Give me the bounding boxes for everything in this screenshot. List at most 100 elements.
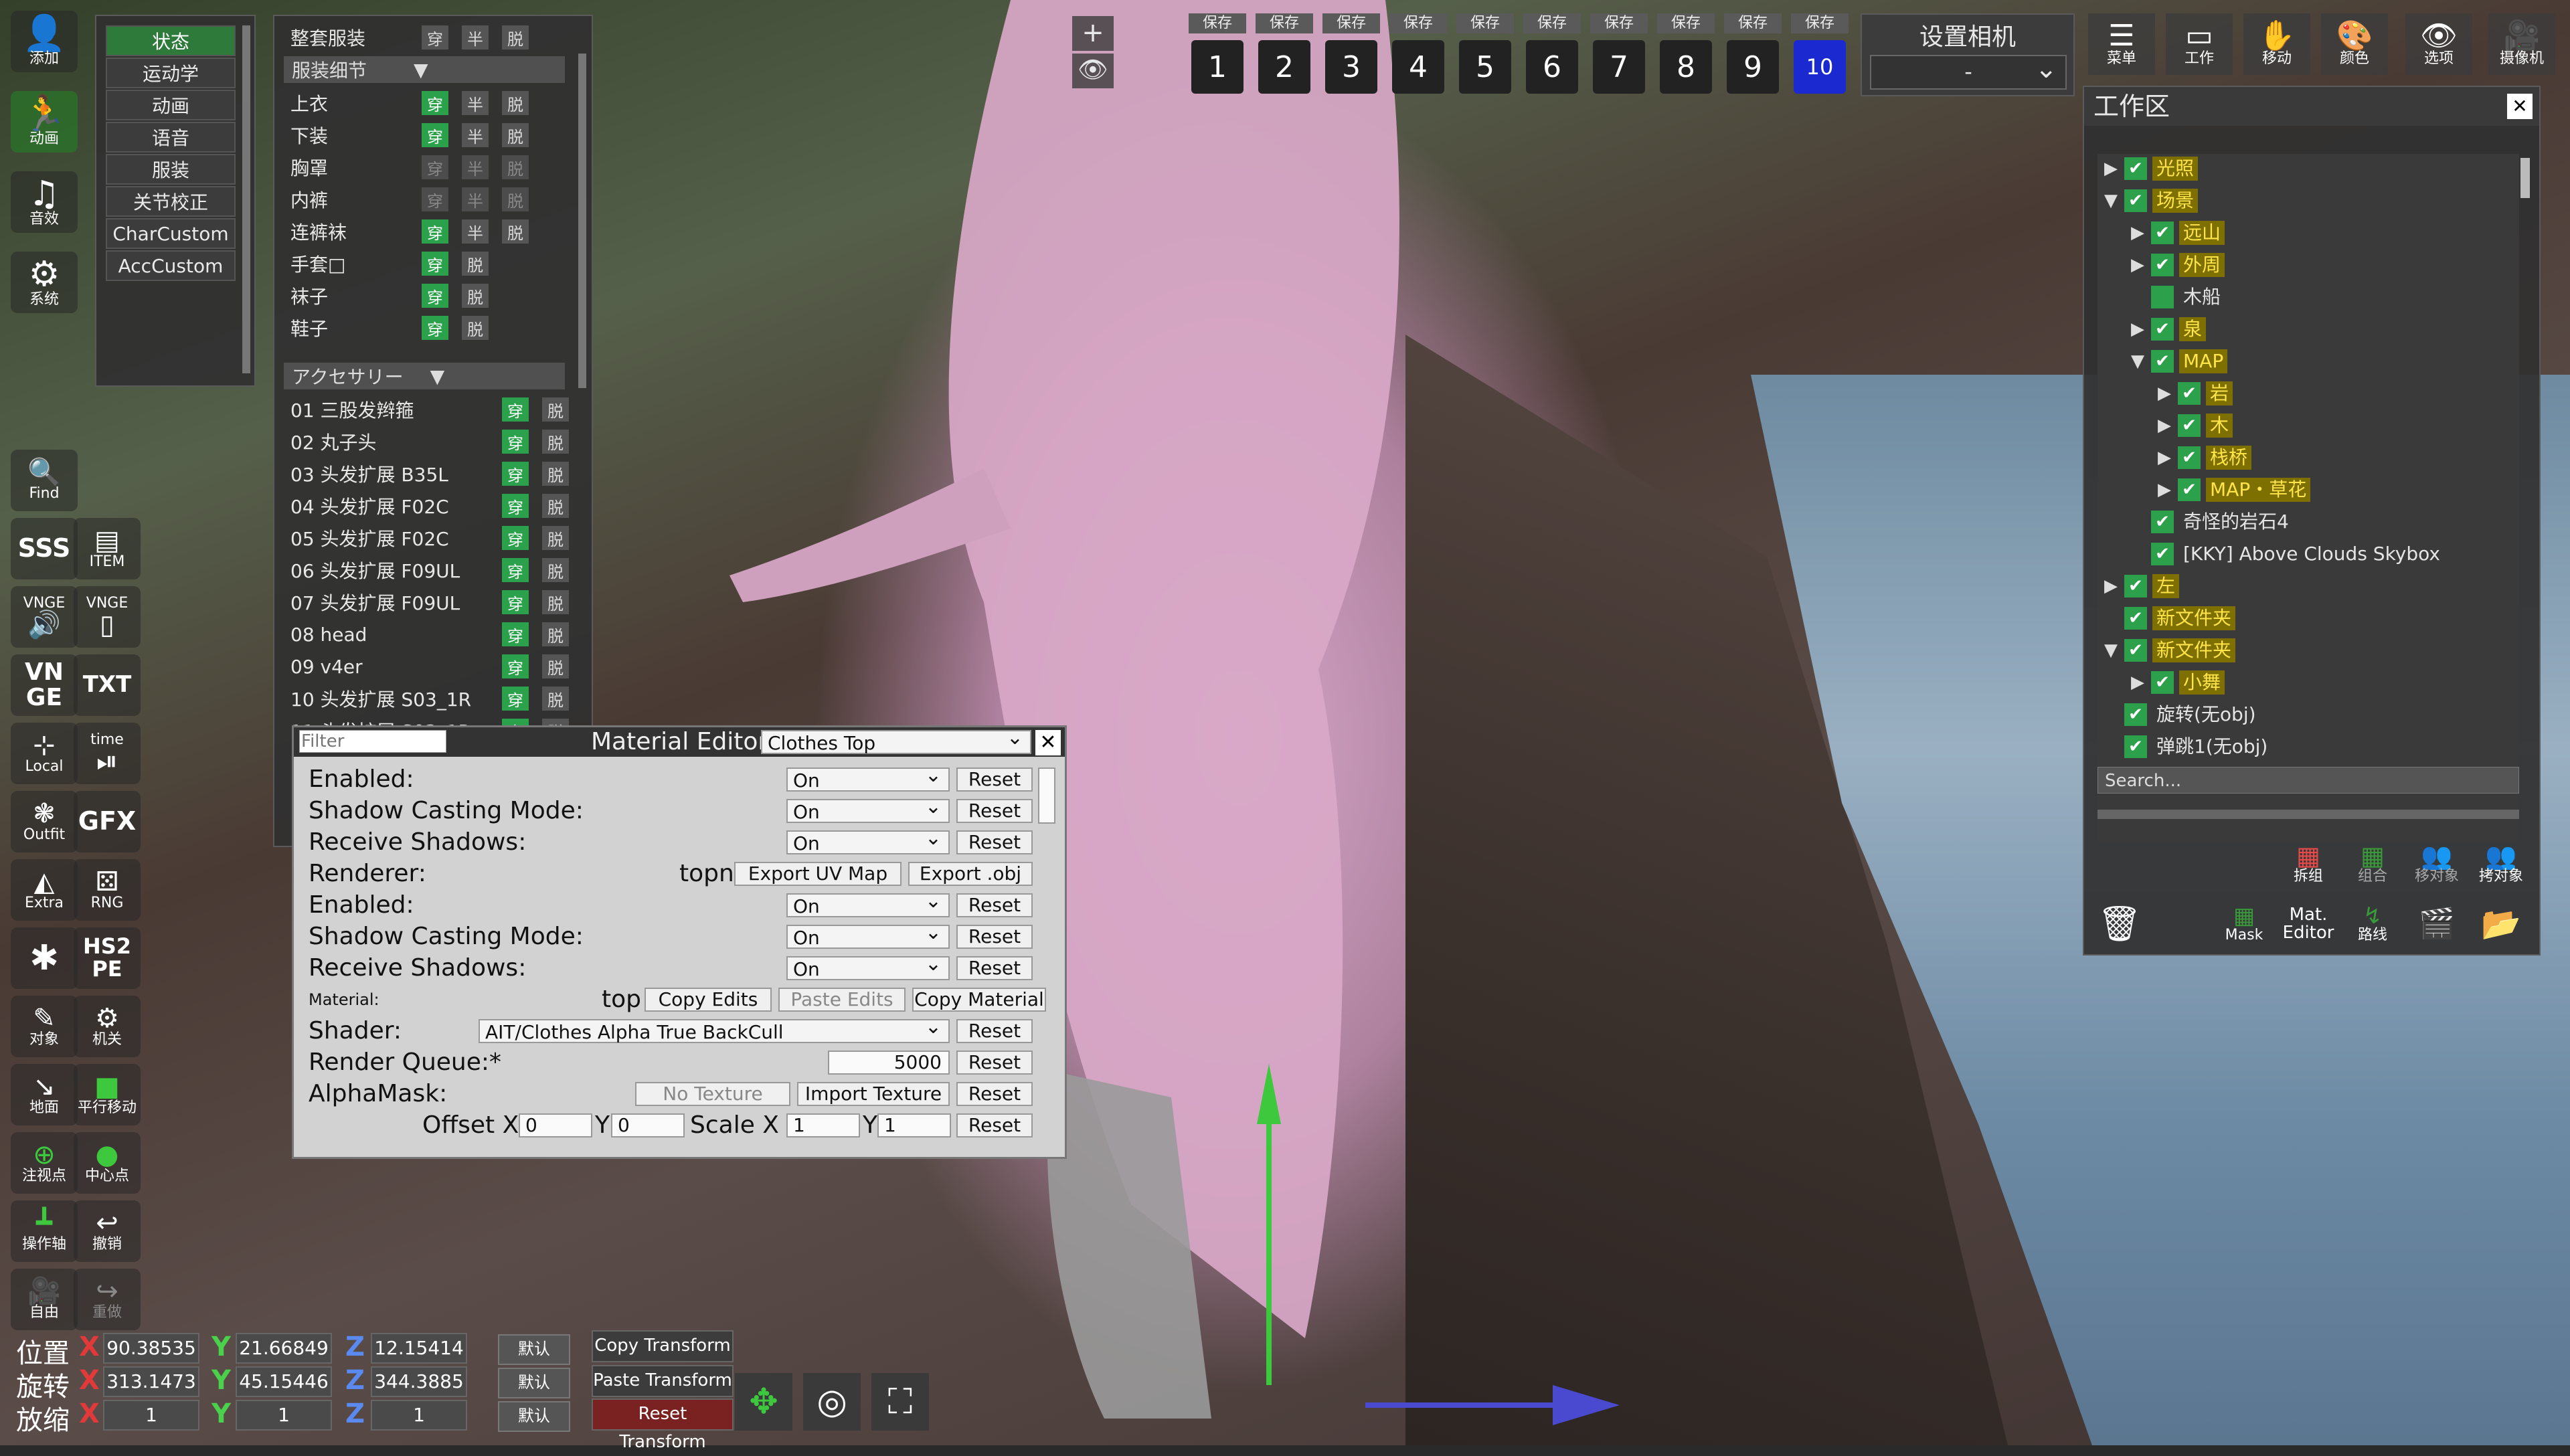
clothing-state-button[interactable]: 半 (462, 155, 489, 179)
reset-transform-button[interactable]: Reset Transform (592, 1398, 734, 1452)
expand-arrow-icon[interactable]: ▼ (2104, 191, 2124, 211)
reset-button[interactable]: Reset (956, 956, 1033, 980)
animation-button[interactable]: 🏃 动画 (11, 91, 78, 153)
object-dropdown[interactable]: Clothes Top (761, 726, 1031, 754)
tree-node[interactable]: ▶ ✔ 左 (2104, 571, 2180, 601)
tree-node[interactable]: ▶ ✔ 外周 (2131, 250, 2225, 280)
options-button[interactable]: 👁 选项 (2405, 13, 2472, 75)
tree-hscrollbar[interactable] (2097, 810, 2519, 819)
rotation-z-input[interactable]: 344.3885 (371, 1366, 467, 1397)
accessory-state-button[interactable]: 脱 (542, 430, 569, 454)
checkbox-icon[interactable]: ✔ (2151, 511, 2174, 533)
load-slot-button[interactable]: 8 (1660, 40, 1712, 94)
tree-node[interactable]: ▶ ✔ 光照 (2104, 154, 2199, 183)
reset-button[interactable]: Reset (956, 1019, 1033, 1043)
reset-button[interactable]: Reset (956, 925, 1033, 949)
tree-node[interactable]: ▶ ✔ 远山 (2131, 218, 2225, 248)
accessory-state-button[interactable]: 脱 (542, 558, 569, 582)
load-slot-button[interactable]: 4 (1392, 40, 1444, 94)
save-slot-button[interactable]: 保存 (1189, 13, 1246, 33)
expand-arrow-icon[interactable]: ▶ (2158, 448, 2178, 468)
txt-button[interactable]: TXT (74, 654, 141, 716)
free-camera-button[interactable]: 🎥 自由 (11, 1269, 78, 1330)
plus-icon[interactable]: + (1072, 16, 1114, 51)
export-uv-map-button[interactable]: Export UV Map (734, 862, 902, 886)
clothing-state-button[interactable]: 穿 (422, 252, 448, 276)
checkbox-icon[interactable]: ✔ (2151, 671, 2174, 694)
workspace-search-input[interactable]: Search... (2097, 767, 2519, 794)
expand-arrow-icon[interactable]: ▶ (2131, 672, 2151, 693)
checkbox-icon[interactable]: ✔ (2124, 607, 2147, 630)
parallel-move-button[interactable]: ■ 平行移动 (74, 1064, 141, 1125)
clothing-state-button[interactable]: 穿 (422, 187, 448, 211)
load-slot-button[interactable]: 1 (1191, 40, 1244, 94)
outfit-button[interactable]: ❃ Outfit (11, 791, 78, 852)
clothing-state-button[interactable]: 穿 (422, 155, 448, 179)
checkbox-icon[interactable]: ✔ (2178, 478, 2201, 501)
expand-arrow-icon[interactable]: ▶ (2158, 416, 2178, 436)
clothing-state-button[interactable]: 脱 (462, 252, 489, 276)
camera-button[interactable]: 🎥 摄像机 (2488, 13, 2555, 75)
gizmo-x-axis[interactable] (1365, 1385, 1620, 1425)
clothing-state-button[interactable]: 脱 (502, 123, 529, 147)
accessory-state-button[interactable]: 脱 (542, 526, 569, 550)
material-editor-titlebar[interactable]: Material Editor Clothes Top ✕ (294, 726, 1065, 757)
state-menu-scrollbar[interactable] (242, 25, 250, 373)
checkbox-icon[interactable]: ✔ (2151, 221, 2174, 244)
accessory-state-button[interactable]: 脱 (542, 622, 569, 646)
copy-edits-button[interactable]: Copy Edits (645, 988, 772, 1012)
position-z-input[interactable]: 12.15414 (371, 1333, 467, 1364)
tree-node[interactable]: ▶ ✔ 小舞 (2131, 668, 2225, 697)
tree-node[interactable]: ▼ ✔ 场景 (2104, 186, 2199, 215)
vnge-button[interactable]: VN GE (11, 654, 78, 716)
checkbox-icon[interactable]: ✔ (2124, 703, 2147, 726)
reset-button[interactable]: Reset (956, 799, 1033, 823)
expand-arrow-icon[interactable]: ▼ (2104, 640, 2124, 660)
clothing-state-button[interactable]: 脱 (502, 155, 529, 179)
gizmo-y-axis[interactable] (1257, 1064, 1281, 1385)
rotation-y-input[interactable]: 45.15446 (236, 1366, 332, 1397)
tree-scrollbar[interactable] (2520, 158, 2530, 198)
close-icon[interactable]: ✕ (1034, 729, 1062, 757)
accessory-state-button[interactable]: 穿 (502, 494, 529, 518)
vnge-audio-button[interactable]: VNGE 🔊 (11, 586, 78, 648)
load-slot-button[interactable]: 9 (1727, 40, 1779, 94)
system-button[interactable]: ⚙ 系统 (11, 252, 78, 313)
close-icon[interactable]: ✕ (2507, 94, 2533, 119)
accessory-state-button[interactable]: 穿 (502, 654, 529, 678)
expand-arrow-icon[interactable]: ▶ (2158, 383, 2178, 403)
checkbox-icon[interactable]: ✔ (2124, 639, 2147, 662)
sound-button[interactable]: ♫ 音效 (11, 171, 78, 233)
state-menu-item[interactable]: 状态 (106, 25, 236, 56)
expand-arrow-icon[interactable]: ▶ (2104, 159, 2124, 179)
split-button[interactable]: ▦ 拆组 (2278, 835, 2338, 893)
position-x-input[interactable]: 90.38535 (103, 1333, 199, 1364)
material-editor-scrollbar[interactable] (1038, 767, 1055, 824)
clapper-button[interactable]: 🎬 (2407, 895, 2467, 953)
filter-input[interactable] (299, 730, 446, 753)
detail-section-header[interactable]: 服装细节 ▼ (284, 56, 565, 83)
expand-arrow-icon[interactable]: ▶ (2131, 255, 2151, 275)
tree-node[interactable]: ▼ ✔ 新文件夹 (2104, 636, 2236, 665)
accessory-state-button[interactable]: 穿 (502, 462, 529, 486)
enabled-dropdown[interactable]: On (786, 889, 950, 917)
accessory-state-button[interactable]: 脱 (542, 397, 569, 422)
tree-node[interactable]: ▶ ✔ 木 (2158, 411, 2233, 440)
clothing-state-button[interactable]: 半 (462, 123, 489, 147)
save-slot-button[interactable]: 保存 (1791, 13, 1849, 33)
shadow-casting-dropdown[interactable]: On (786, 795, 950, 823)
scale-tool-button[interactable]: ⛶ (871, 1373, 929, 1431)
state-menu-item[interactable]: 服装 (106, 154, 236, 185)
rotation-x-input[interactable]: 313.1473 (103, 1366, 199, 1397)
gfx-button[interactable]: GFX (74, 791, 141, 852)
extra-button[interactable]: ◭ Extra (11, 859, 78, 921)
checkbox-icon[interactable] (2151, 286, 2174, 308)
shadow-casting-dropdown[interactable]: On (786, 921, 950, 949)
export-obj-button[interactable]: Export .obj (908, 862, 1033, 886)
checkbox-icon[interactable]: ✔ (2124, 735, 2147, 758)
tree-node[interactable]: ✔ 奇怪的岩石4 (2131, 507, 2293, 537)
accessory-state-button[interactable]: 穿 (502, 430, 529, 454)
copy-transform-button[interactable]: Copy Transform (592, 1330, 734, 1362)
scale-y-input[interactable]: 1 (877, 1113, 951, 1138)
note-point-button[interactable]: ⊕ 注视点 (11, 1132, 78, 1194)
